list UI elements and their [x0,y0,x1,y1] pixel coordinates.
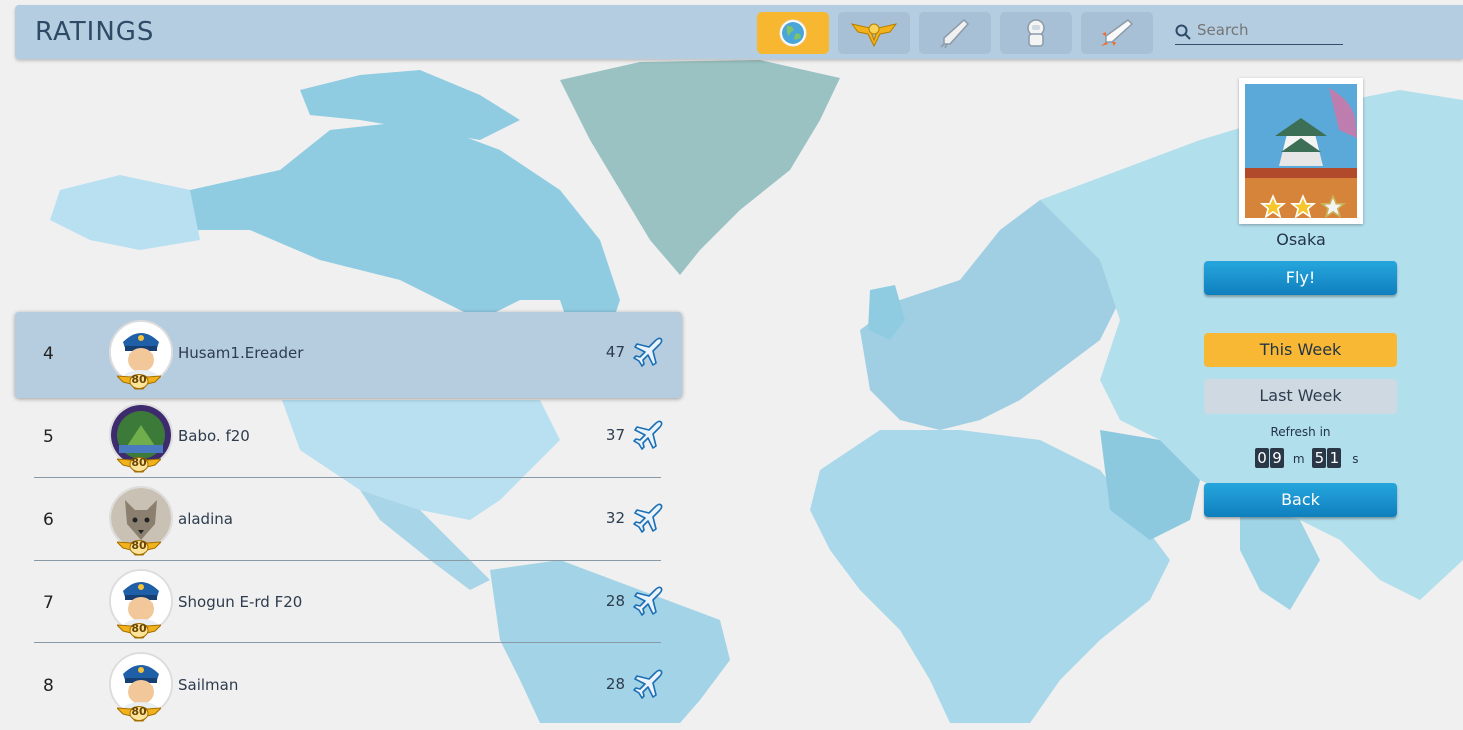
flights-indicator [632,585,664,617]
space-shuttle-icon [1101,19,1134,46]
minutes-unit: m [1292,452,1305,466]
page-title: RATINGS [35,17,155,47]
search-icon [1175,24,1191,40]
flight-count: 37 [605,426,625,444]
leaderboard-row[interactable]: 7 80 Shogun E-rd F20 28 [15,561,682,647]
player-name[interactable]: Shogun E-rd F20 [178,593,302,611]
leaderboard-row[interactable]: 8 80 Sailman 28 [15,644,682,730]
plane-icon [633,669,663,699]
leaderboard-row[interactable]: 5 80 Babo. f20 37 [15,395,682,481]
destination-name: Osaka [1276,230,1326,249]
flights-indicator [632,502,664,534]
row-divider [34,477,661,478]
fly-button[interactable]: Fly! [1204,261,1397,295]
tab-world[interactable] [757,12,829,54]
tab-shuttle[interactable] [1081,12,1153,54]
leaderboard-row[interactable]: 4 80 Husam1.Ereader 47 [15,312,682,398]
globe-icon [779,19,807,47]
rank-number: 7 [43,593,54,613]
rank-number: 6 [43,510,54,530]
leaderboard-row[interactable]: 6 80 aladina 32 [15,478,682,564]
timer-digit: 5 [1312,448,1327,468]
level-number: 80 [131,373,147,386]
destination-stamp[interactable] [1239,78,1363,224]
rank-number: 4 [43,344,54,364]
level-badge: 80 [117,704,161,722]
player-name[interactable]: Babo. f20 [178,427,250,445]
timer-digit: 0 [1255,448,1269,468]
star-filled-icon [1289,194,1317,219]
plane-icon [633,586,663,616]
player-name[interactable]: Sailman [178,676,238,694]
level-badge: 80 [117,538,161,556]
this-week-button[interactable]: This Week [1204,333,1397,367]
last-week-button[interactable]: Last Week [1204,379,1397,414]
tab-rockets[interactable] [919,12,991,54]
tab-pilots[interactable] [838,12,910,54]
top-bar: RATINGS [15,5,1463,59]
flight-count: 47 [605,343,625,361]
level-number: 80 [131,456,147,469]
level-badge: 80 [117,372,161,390]
back-button[interactable]: Back [1204,483,1397,517]
refresh-timer: 09 m 51 s [1255,448,1358,470]
row-divider [34,560,661,561]
rank-number: 8 [43,676,54,696]
player-name[interactable]: Husam1.Ereader [178,344,303,362]
astronaut-icon [1027,19,1045,47]
search-input[interactable] [1197,21,1337,39]
level-number: 80 [131,539,147,552]
search-box[interactable] [1175,19,1343,45]
flight-count: 28 [605,675,625,693]
flight-count: 32 [605,509,625,527]
level-badge: 80 [117,621,161,639]
level-number: 80 [131,705,147,718]
alaska-shape [50,175,200,250]
flight-count: 28 [605,592,625,610]
timer-digit: 9 [1270,448,1284,468]
rocket-icon [940,18,970,49]
timer-digit: 1 [1327,448,1342,468]
rating-stars [1255,194,1351,220]
star-filled-icon [1259,194,1287,219]
plane-icon [633,337,663,367]
wings-badge-icon [850,23,898,48]
plane-icon [633,420,663,450]
flights-indicator [632,336,664,368]
rank-number: 5 [43,427,54,447]
refresh-label: Refresh in [1270,425,1331,439]
level-badge: 80 [117,455,161,473]
level-number: 80 [131,622,147,635]
row-divider [34,642,661,643]
player-name[interactable]: aladina [178,510,233,528]
seconds-unit: s [1352,452,1359,466]
flights-indicator [632,668,664,700]
star-empty-icon [1319,194,1347,219]
plane-icon [633,503,663,533]
greenland-shape [560,60,840,275]
flights-indicator [632,419,664,451]
tab-space[interactable] [1000,12,1072,54]
